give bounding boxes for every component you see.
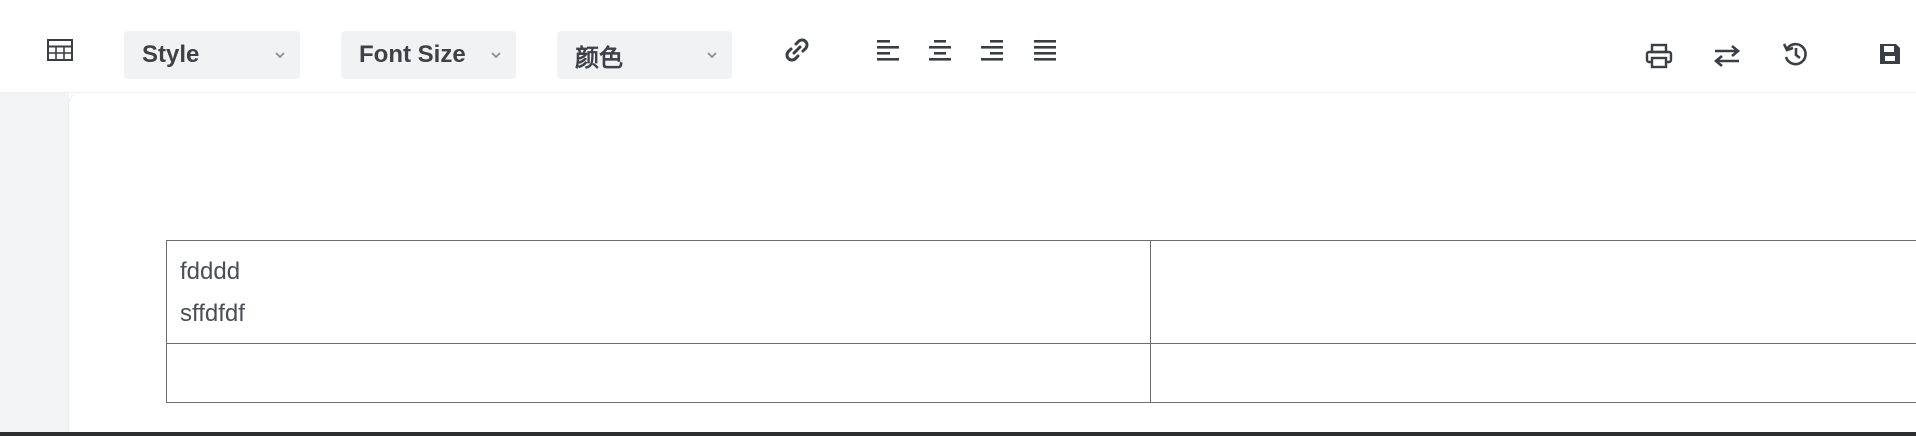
table-icon[interactable] (38, 28, 82, 72)
print-icon-graphic (1645, 43, 1673, 69)
save-icon-graphic (1880, 44, 1900, 64)
chevron-down-icon (491, 52, 501, 59)
table-cell[interactable]: fdddd sffdfdf (166, 240, 1151, 344)
align-center-icon-graphic (929, 40, 951, 61)
table-row (166, 343, 1916, 403)
chevron-down-icon (707, 52, 717, 59)
table-cell[interactable] (1150, 240, 1916, 344)
cell-text-line: fdddd (180, 258, 241, 285)
save-icon[interactable] (1868, 32, 1912, 76)
document-table[interactable]: fdddd sffdfdf (166, 240, 1916, 403)
history-icon-graphic (1782, 42, 1807, 66)
editor-side-gutter (0, 93, 69, 433)
color-dropdown-label: 颜色 (575, 44, 623, 72)
bottom-border (0, 432, 1916, 436)
swap-icon[interactable] (1705, 34, 1749, 78)
table-cell[interactable] (1150, 343, 1916, 403)
link-icon[interactable] (775, 28, 819, 72)
editor-toolbar: Style Font Size 颜色 (0, 0, 1916, 93)
link-icon-graphic (785, 38, 809, 62)
align-left-icon-graphic (877, 40, 899, 61)
align-center-icon[interactable] (918, 28, 962, 72)
align-right-icon-graphic (981, 40, 1003, 61)
print-icon[interactable] (1637, 34, 1681, 78)
history-icon[interactable] (1773, 32, 1817, 76)
cell-text-line: sffdfdf (180, 300, 245, 327)
align-justify-icon[interactable] (1023, 28, 1067, 72)
style-dropdown-label: Style (142, 41, 200, 68)
table-icon-graphic (47, 39, 73, 61)
chevron-down-icon (275, 52, 285, 59)
align-right-icon[interactable] (970, 28, 1014, 72)
font-size-dropdown[interactable]: Font Size (341, 31, 516, 79)
align-justify-icon-graphic (1034, 40, 1056, 61)
swap-icon-graphic (1713, 45, 1741, 67)
font-size-dropdown-label: Font Size (359, 41, 466, 68)
style-dropdown[interactable]: Style (124, 31, 300, 79)
color-dropdown[interactable]: 颜色 (557, 31, 732, 79)
table-cell[interactable] (166, 343, 1151, 403)
table-row: fdddd sffdfdf (166, 240, 1916, 344)
align-left-icon[interactable] (866, 28, 910, 72)
